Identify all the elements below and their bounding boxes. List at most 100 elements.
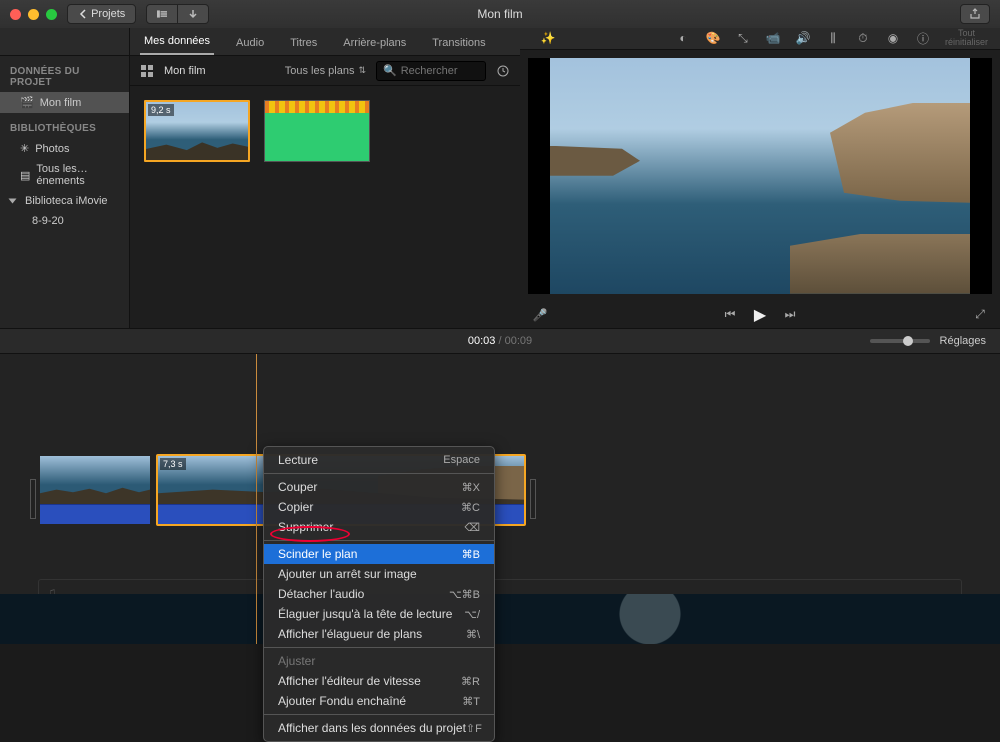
- context-menu-shortcut: ⌘X: [462, 481, 480, 494]
- context-menu-item[interactable]: Supprimer⌫: [264, 517, 494, 537]
- fullscreen-button[interactable]: ⤢: [972, 307, 988, 323]
- context-menu-item[interactable]: Détacher l'audio⌥⌘B: [264, 584, 494, 604]
- viewer-toolbar: ✨ ◐ 🎨 ⤡ 📹 🔊 ⫼ ⏱ ◉ ⓘ Tout réinitialiser: [520, 28, 1000, 50]
- media-browser: Mes données Audio Titres Arrière-plans T…: [130, 28, 520, 328]
- tab-audio[interactable]: Audio: [232, 31, 268, 55]
- context-menu-separator: [264, 473, 494, 474]
- zoom-slider[interactable]: [870, 339, 930, 343]
- next-frame-button[interactable]: ⏭: [782, 307, 798, 323]
- project-sidebar: DONNÉES DU PROJET 🎬 Mon film BIBLIOTHÈQU…: [0, 28, 130, 328]
- reset-all-button[interactable]: Tout réinitialiser: [945, 29, 988, 49]
- project-name-label: Mon film: [40, 97, 82, 109]
- context-menu-item[interactable]: Copier⌘C: [264, 497, 494, 517]
- context-menu-item[interactable]: Afficher l'élagueur de plans⌘\: [264, 624, 494, 644]
- timeline-background-strip: [0, 594, 1000, 644]
- context-menu-item[interactable]: Ajouter Fondu enchaîné ⌘T: [264, 691, 494, 711]
- speaker-icon: 🔊: [796, 31, 811, 45]
- clip-filter-button[interactable]: ◉: [885, 30, 901, 46]
- clock-button[interactable]: [496, 64, 510, 78]
- film-icon: 🎬: [20, 96, 34, 109]
- expand-icon: ⤢: [975, 307, 985, 322]
- context-menu-label: Afficher l'élagueur de plans: [278, 627, 422, 641]
- share-button[interactable]: [960, 4, 990, 24]
- context-menu-item[interactable]: Afficher l'éditeur de vitesse⌘R: [264, 671, 494, 691]
- context-menu-item[interactable]: Couper⌘X: [264, 477, 494, 497]
- color-correction-button[interactable]: 🎨: [705, 30, 721, 46]
- event-name-label: 8-9-20: [32, 215, 64, 227]
- clip2-duration-badge: 7,3 s: [160, 458, 186, 470]
- video-clip-thumbnail[interactable]: 9,2 s: [144, 100, 250, 162]
- media-file-name: Mon film: [164, 65, 206, 77]
- preview-frame: [550, 58, 970, 294]
- context-menu-item[interactable]: Élaguer jusqu'à la tête de lecture⌥/: [264, 604, 494, 624]
- close-window-button[interactable]: [10, 9, 21, 20]
- audio-clip-thumbnail[interactable]: [264, 100, 370, 162]
- search-input[interactable]: [401, 65, 481, 77]
- clip-duration-badge: 9,2 s: [148, 104, 174, 116]
- reset-line2: réinitialiser: [945, 38, 988, 48]
- context-menu-item: Ajuster: [264, 651, 494, 671]
- context-menu-item[interactable]: Afficher dans les données du projet⇧F: [264, 718, 494, 738]
- sidebar-project-item[interactable]: 🎬 Mon film: [0, 92, 129, 113]
- share-icon: [969, 8, 981, 20]
- updown-icon: ⇅: [358, 65, 366, 76]
- tab-transitions[interactable]: Transitions: [428, 31, 489, 55]
- speed-button[interactable]: ⏱: [855, 30, 871, 46]
- preview-canvas[interactable]: [528, 58, 992, 294]
- context-menu-separator: [264, 714, 494, 715]
- zoom-window-button[interactable]: [46, 9, 57, 20]
- voiceover-button[interactable]: 🎤: [532, 307, 548, 323]
- chevron-left-icon: [78, 9, 88, 19]
- timeline-clip-1[interactable]: [38, 454, 152, 526]
- minimize-window-button[interactable]: [28, 9, 39, 20]
- stack-icon: ▤: [20, 169, 30, 182]
- current-time: 00:03: [468, 335, 496, 347]
- info-button[interactable]: ⓘ: [915, 30, 931, 46]
- sidebar-all-events-item[interactable]: ▤ Tous les…énements: [0, 159, 129, 191]
- noise-reduction-button[interactable]: ⫼: [825, 30, 841, 46]
- title-bar: Projets Mon film: [0, 0, 1000, 28]
- tab-my-media[interactable]: Mes données: [140, 29, 214, 55]
- audio-waveform-icon: [265, 101, 369, 113]
- sidebar-library-item[interactable]: Biblioteca iMovie: [0, 191, 129, 211]
- tab-backgrounds[interactable]: Arrière-plans: [339, 31, 410, 55]
- playhead[interactable]: [256, 354, 257, 644]
- all-events-label: Tous les…énements: [36, 163, 119, 187]
- zoom-knob[interactable]: [903, 336, 913, 346]
- crop-button[interactable]: ⤡: [735, 30, 751, 46]
- import-button[interactable]: [178, 4, 209, 24]
- context-menu-label: Lecture: [278, 453, 318, 467]
- prev-frame-button[interactable]: ⏮: [722, 307, 738, 323]
- context-menu-label: Afficher dans les données du projet: [278, 721, 466, 735]
- skip-back-icon: ⏮: [725, 307, 736, 322]
- library-view-button[interactable]: [146, 4, 178, 24]
- context-menu-item[interactable]: Ajouter un arrêt sur image: [264, 564, 494, 584]
- wand-icon: ✨: [541, 31, 556, 45]
- sidebar-event-item[interactable]: 8-9-20: [0, 211, 129, 231]
- trim-handle-right[interactable]: [530, 479, 536, 519]
- context-menu-item[interactable]: Scinder le plan⌘B: [264, 544, 494, 564]
- timecode-display: 00:03 / 00:09: [468, 335, 532, 347]
- trim-handle-left[interactable]: [30, 479, 36, 519]
- grid-toggle-button[interactable]: [140, 64, 154, 78]
- context-menu-item[interactable]: LectureEspace: [264, 450, 494, 470]
- search-field[interactable]: 🔍: [376, 61, 486, 81]
- palette-icon: 🎨: [706, 31, 721, 45]
- timeline[interactable]: 7,3 s ♫: [0, 354, 1000, 644]
- context-menu-shortcut: ⌘T: [462, 695, 480, 708]
- overlap-circles-icon: ◉: [888, 31, 898, 45]
- enhance-button[interactable]: ✨: [540, 30, 556, 46]
- stabilization-button[interactable]: 📹: [765, 30, 781, 46]
- context-menu-label: Ajouter Fondu enchaîné: [278, 694, 406, 708]
- back-to-projects-button[interactable]: Projets: [67, 4, 136, 24]
- clip-filter-dropdown[interactable]: Tous les plans ⇅: [285, 65, 366, 77]
- context-menu-label: Ajouter un arrêt sur image: [278, 567, 417, 581]
- tab-titles[interactable]: Titres: [286, 31, 321, 55]
- download-arrow-icon: [188, 9, 198, 19]
- info-icon: ⓘ: [917, 30, 929, 47]
- color-balance-button[interactable]: ◐: [675, 30, 691, 46]
- timeline-settings-button[interactable]: Réglages: [940, 335, 986, 347]
- sidebar-photos-item[interactable]: ✳︎ Photos: [0, 138, 129, 159]
- play-button[interactable]: ▶: [752, 307, 768, 323]
- volume-button[interactable]: 🔊: [795, 30, 811, 46]
